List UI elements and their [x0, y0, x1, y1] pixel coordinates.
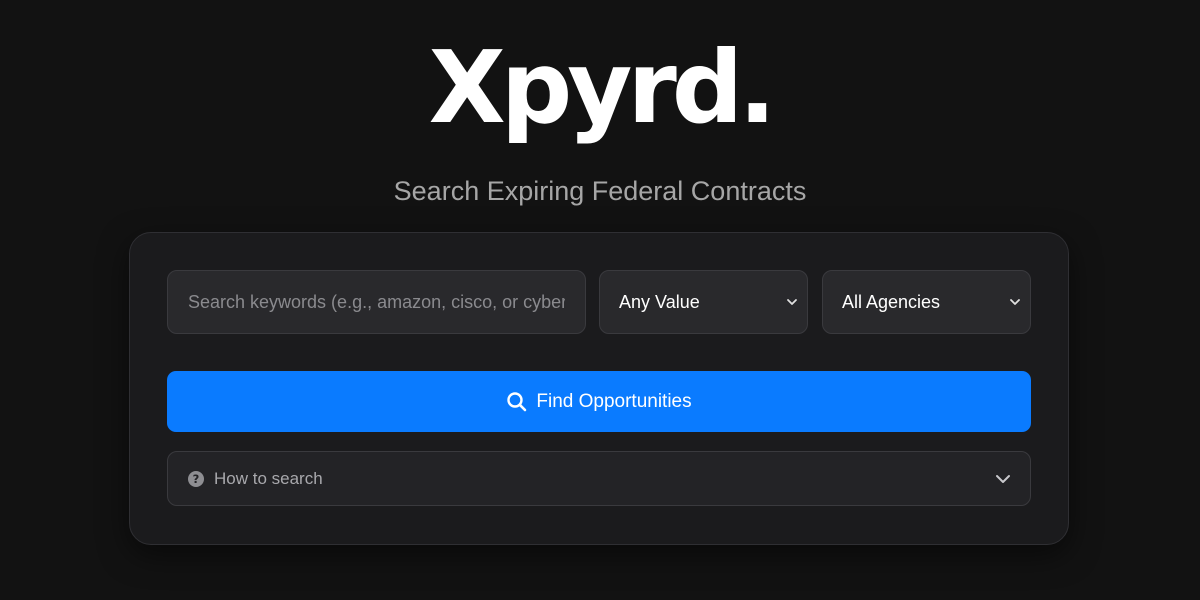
logo: Xpyrd. — [428, 29, 777, 146]
chevron-down-icon — [996, 475, 1010, 483]
search-input[interactable] — [168, 271, 585, 333]
find-opportunities-button[interactable]: Find Opportunities — [167, 371, 1031, 432]
search-icon — [507, 391, 527, 411]
how-to-search-toggle[interactable]: ? How to search — [167, 451, 1031, 506]
page: Xpyrd. Search Expiring Federal Contracts… — [0, 0, 1200, 600]
page-subtitle: Search Expiring Federal Contracts — [393, 176, 807, 206]
agency-select-label: All Agencies — [842, 292, 941, 312]
search-field[interactable] — [167, 270, 586, 334]
how-to-search-label: How to search — [214, 469, 323, 488]
search-card: Any Value All Agencies Find Opportunitie… — [129, 232, 1069, 545]
chevron-down-icon — [1010, 299, 1020, 305]
chevron-down-icon — [787, 299, 797, 305]
question-circle-icon: ? — [188, 471, 204, 487]
value-select-label: Any Value — [619, 292, 700, 312]
svg-text:?: ? — [193, 472, 200, 486]
agency-select[interactable]: All Agencies — [822, 270, 1031, 334]
value-select[interactable]: Any Value — [599, 270, 808, 334]
find-opportunities-label: Find Opportunities — [536, 390, 692, 412]
